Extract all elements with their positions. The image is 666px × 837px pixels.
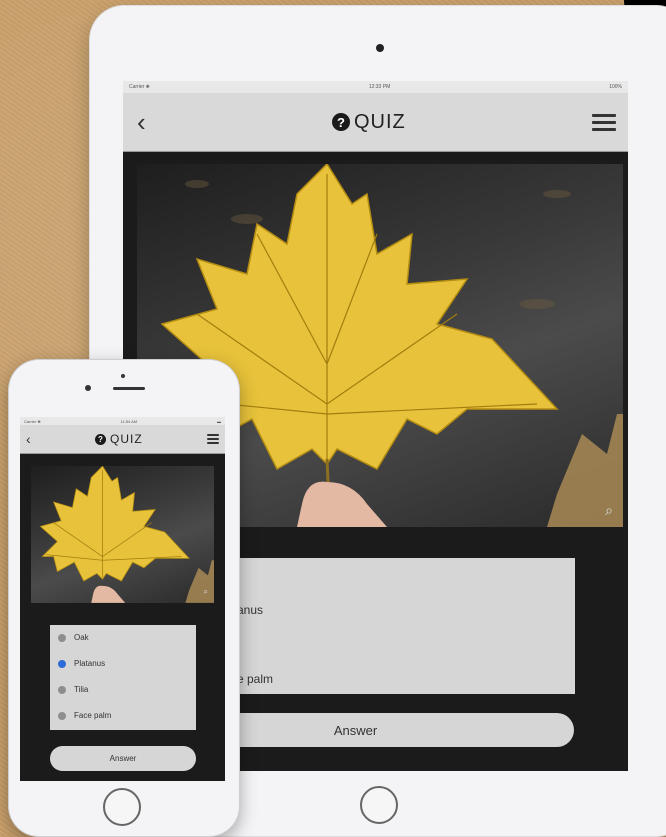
status-battery: 100% xyxy=(609,84,622,90)
radio-button[interactable] xyxy=(58,633,66,642)
phone-nav-bar: ‹ ? QUIZ xyxy=(20,425,225,454)
leaf xyxy=(39,466,191,582)
quiz-photo: ⌕ xyxy=(31,466,214,603)
app-title: QUIZ xyxy=(110,432,143,446)
phone-device: Carrier ❀ 11:54 AM ▬ ‹ ? QUIZ ⌕ Oak Plat… xyxy=(9,360,239,836)
status-carrier: Carrier ❀ xyxy=(24,418,41,424)
home-button[interactable] xyxy=(103,788,141,826)
home-button[interactable] xyxy=(360,786,398,824)
option-tilia[interactable]: Tilia xyxy=(58,685,88,694)
option-label: Oak xyxy=(74,633,89,642)
phone-status-bar: Carrier ❀ 11:54 AM ▬ xyxy=(20,417,225,425)
status-time: 11:54 AM xyxy=(120,418,138,424)
option-oak[interactable]: Oak xyxy=(58,633,89,642)
app-title: QUIZ xyxy=(353,110,406,133)
dry-leaf xyxy=(185,560,214,603)
option-label[interactable]: anus xyxy=(237,603,263,617)
option-label: Tilia xyxy=(74,685,89,694)
radio-button[interactable] xyxy=(58,685,66,694)
status-time: 12:33 PM xyxy=(368,84,391,90)
magnifier-icon[interactable]: ⌕ xyxy=(605,502,613,519)
option-label[interactable]: e palm xyxy=(237,672,273,686)
magnifier-icon[interactable]: ⌕ xyxy=(204,587,208,597)
status-carrier: Carrier ❀ xyxy=(129,84,150,90)
phone-camera xyxy=(121,374,125,378)
phone-screen: Carrier ❀ 11:54 AM ▬ ‹ ? QUIZ ⌕ Oak Plat… xyxy=(20,417,225,781)
tablet-nav-bar: ‹ ? QUIZ xyxy=(123,93,628,152)
hamburger-icon[interactable] xyxy=(207,434,219,444)
hamburger-icon[interactable] xyxy=(591,113,616,131)
answer-options: Oak Platanus Tilia Face palm xyxy=(50,625,196,730)
hand xyxy=(91,585,126,603)
answer-button[interactable]: Answer xyxy=(50,746,196,771)
chevron-left-icon[interactable]: ‹ xyxy=(137,109,146,135)
app-brand: ? QUIZ xyxy=(331,110,406,134)
phone-sensor xyxy=(85,385,91,391)
option-platanus[interactable]: Platanus xyxy=(58,659,105,668)
phone-speaker xyxy=(113,387,145,390)
tablet-status-bar: Carrier ❀ 12:33 PM 100% xyxy=(123,81,628,93)
radio-button-selected[interactable] xyxy=(58,659,66,668)
app-brand: ? QUIZ xyxy=(95,432,143,446)
option-label: Platanus xyxy=(74,659,106,668)
chevron-left-icon[interactable]: ‹ xyxy=(26,432,31,446)
radio-button[interactable] xyxy=(58,711,66,720)
question-icon: ? xyxy=(331,113,350,131)
option-label: Face palm xyxy=(74,711,112,720)
hand xyxy=(297,481,387,527)
status-battery: ▬ xyxy=(216,418,221,424)
question-icon: ? xyxy=(95,433,106,445)
option-face-palm[interactable]: Face palm xyxy=(58,711,111,720)
leaf-image xyxy=(39,466,214,603)
tablet-camera xyxy=(376,44,384,52)
